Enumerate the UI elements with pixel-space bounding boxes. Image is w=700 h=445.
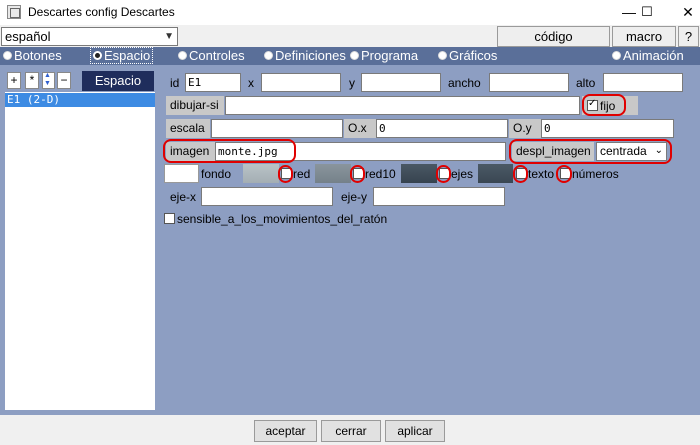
oy-label: O.y [509,119,541,138]
ox-field[interactable]: 0 [376,119,508,138]
red-highlight [278,165,293,183]
sensible-label: sensible_a_los_movimientos_del_ratón [177,212,388,226]
escala-field[interactable] [211,119,343,138]
chevron-down-icon: ▼ [164,31,174,42]
texto-label: texto [528,167,555,181]
numeros-highlight [556,165,572,183]
language-value: español [5,29,51,44]
macro-button[interactable]: macro [612,26,676,47]
maximize-button[interactable]: ☐ [624,0,670,25]
red10-color-swatch[interactable] [315,164,351,183]
ancho-label: ancho [448,76,481,90]
eje-y-label: eje-y [341,190,368,204]
red10-highlight [350,165,365,183]
red-color-swatch[interactable] [243,164,279,183]
tab-animacion[interactable]: Animación [612,48,684,65]
id-field[interactable]: E1 [185,73,241,92]
texto-highlight [513,165,528,183]
radio-icon [350,51,359,60]
despl-imagen-highlight [509,139,672,164]
tab-definiciones[interactable]: Definiciones [264,48,346,65]
id-label: id [170,76,180,90]
tab-label: Botones [14,48,62,63]
radio-icon [178,51,187,60]
y-field[interactable] [361,73,441,92]
move-up-icon[interactable]: ▲ [44,72,51,79]
y-label: y [349,76,355,90]
fondo-label: fondo [201,167,232,181]
help-button[interactable]: ? [678,26,699,47]
code-button[interactable]: código [497,26,610,47]
language-select[interactable]: español ▼ [1,27,178,46]
tab-label: Animación [623,48,684,63]
x-field[interactable] [261,73,341,92]
red10-label: red10 [365,167,396,181]
texto-color-swatch[interactable] [478,164,513,183]
tab-label: Gráficos [449,48,498,63]
dibujar-si-label: dibujar-si [166,96,224,115]
copy-button[interactable]: * [25,72,39,89]
tab-label: Espacio [104,48,151,63]
eje-x-label: eje-x [170,190,197,204]
ejes-highlight [436,165,451,183]
remove-button[interactable]: − [57,72,71,89]
cerrar-button[interactable]: cerrar [321,420,381,442]
tab-graficos[interactable]: Gráficos [438,48,497,65]
close-button[interactable]: ✕ [665,0,700,25]
right-panel [160,65,700,415]
oy-field[interactable]: 0 [541,119,674,138]
radio-icon [3,51,12,60]
tab-botones[interactable]: Botones [3,48,62,65]
radio-icon [93,51,102,60]
tab-programa[interactable]: Programa [350,48,418,65]
ejes-label: ejes [451,167,474,181]
move-buttons: ▲ ▼ [42,72,55,89]
list-item[interactable]: E1 (2-D) [5,93,155,107]
x-label: x [248,76,254,90]
eje-x-field[interactable] [201,187,333,206]
move-down-icon[interactable]: ▼ [44,80,51,87]
radio-icon [438,51,447,60]
ancho-field[interactable] [489,73,569,92]
tab-label: Definiciones [275,48,346,63]
app-icon [7,5,21,19]
add-button[interactable]: + [7,72,21,89]
tab-label: Controles [189,48,245,63]
aplicar-button[interactable]: aplicar [385,420,445,442]
space-list[interactable] [5,92,155,410]
ejes-color-swatch[interactable] [401,164,437,183]
escala-label: escala [166,119,210,138]
fijo-highlight [582,94,626,116]
space-list-title: Espacio [82,71,154,91]
fondo-color-swatch[interactable] [164,164,199,183]
sensible-checkbox[interactable] [164,213,175,224]
dibujar-si-field[interactable] [225,96,580,115]
tab-controles[interactable]: Controles [178,48,245,65]
radio-icon [264,51,273,60]
tab-espacio[interactable]: Espacio [90,47,154,65]
numeros-label: números [572,167,619,181]
aceptar-button[interactable]: aceptar [254,420,317,442]
red-label: red [293,167,311,181]
radio-icon [612,51,621,60]
imagen-highlight [163,139,296,163]
eje-y-field[interactable] [373,187,505,206]
alto-label: alto [576,76,596,90]
window-title: Descartes config Descartes [28,5,175,19]
ox-label: O.x [344,119,376,138]
tab-label: Programa [361,48,419,63]
alto-field[interactable] [603,73,683,92]
